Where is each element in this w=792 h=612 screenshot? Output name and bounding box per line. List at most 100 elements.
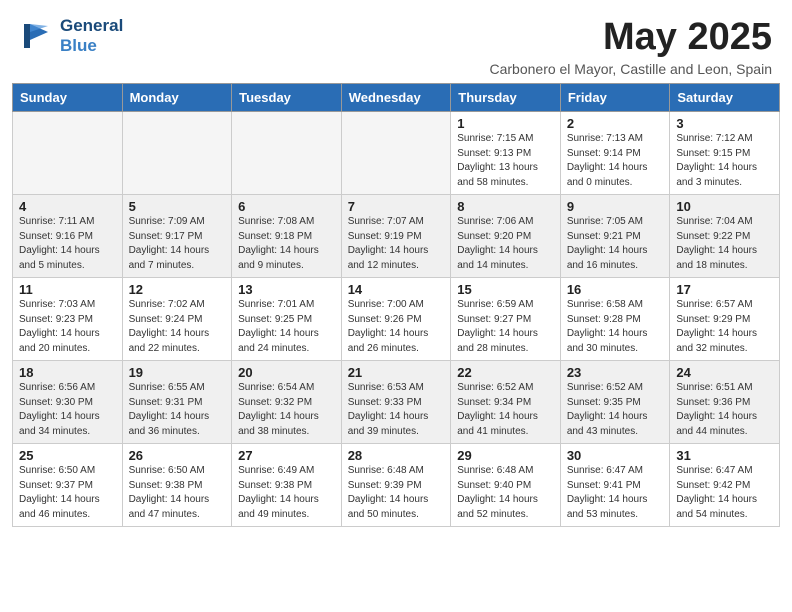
calendar-cell: 3Sunrise: 7:12 AM Sunset: 9:15 PM Daylig… (670, 112, 780, 195)
calendar-cell: 2Sunrise: 7:13 AM Sunset: 9:14 PM Daylig… (560, 112, 670, 195)
day-number: 17 (676, 282, 773, 297)
cell-info: Sunrise: 7:08 AM Sunset: 9:18 PM Dayligh… (238, 215, 335, 273)
cell-info: Sunrise: 7:04 AM Sunset: 9:22 PM Dayligh… (676, 215, 773, 273)
cell-info: Sunrise: 6:53 AM Sunset: 9:33 PM Dayligh… (348, 381, 445, 439)
day-number: 2 (567, 116, 664, 131)
cell-info: Sunrise: 7:11 AM Sunset: 9:16 PM Dayligh… (19, 215, 116, 273)
header-tuesday: Tuesday (232, 84, 342, 112)
logo-general: General (60, 16, 123, 36)
day-number: 25 (19, 448, 116, 463)
day-number: 15 (457, 282, 554, 297)
calendar-cell: 25Sunrise: 6:50 AM Sunset: 9:37 PM Dayli… (13, 444, 123, 527)
day-number: 22 (457, 365, 554, 380)
day-number: 9 (567, 199, 664, 214)
calendar-cell: 14Sunrise: 7:00 AM Sunset: 9:26 PM Dayli… (341, 278, 451, 361)
cell-info: Sunrise: 7:00 AM Sunset: 9:26 PM Dayligh… (348, 298, 445, 356)
header-wednesday: Wednesday (341, 84, 451, 112)
calendar-week-5: 25Sunrise: 6:50 AM Sunset: 9:37 PM Dayli… (13, 444, 780, 527)
day-number: 23 (567, 365, 664, 380)
day-number: 8 (457, 199, 554, 214)
calendar-cell: 21Sunrise: 6:53 AM Sunset: 9:33 PM Dayli… (341, 361, 451, 444)
day-number: 10 (676, 199, 773, 214)
cell-info: Sunrise: 6:48 AM Sunset: 9:40 PM Dayligh… (457, 464, 554, 522)
calendar-cell: 18Sunrise: 6:56 AM Sunset: 9:30 PM Dayli… (13, 361, 123, 444)
cell-info: Sunrise: 6:52 AM Sunset: 9:34 PM Dayligh… (457, 381, 554, 439)
cell-info: Sunrise: 6:54 AM Sunset: 9:32 PM Dayligh… (238, 381, 335, 439)
cell-info: Sunrise: 6:59 AM Sunset: 9:27 PM Dayligh… (457, 298, 554, 356)
subtitle: Carbonero el Mayor, Castille and Leon, S… (489, 61, 772, 77)
calendar-cell (341, 112, 451, 195)
calendar-cell (232, 112, 342, 195)
day-number: 19 (129, 365, 226, 380)
calendar-cell: 13Sunrise: 7:01 AM Sunset: 9:25 PM Dayli… (232, 278, 342, 361)
header-sunday: Sunday (13, 84, 123, 112)
calendar-cell: 23Sunrise: 6:52 AM Sunset: 9:35 PM Dayli… (560, 361, 670, 444)
logo-icon (20, 18, 56, 54)
day-number: 29 (457, 448, 554, 463)
header-thursday: Thursday (451, 84, 561, 112)
day-number: 5 (129, 199, 226, 214)
cell-info: Sunrise: 7:02 AM Sunset: 9:24 PM Dayligh… (129, 298, 226, 356)
logo: General Blue (20, 16, 123, 55)
cell-info: Sunrise: 6:52 AM Sunset: 9:35 PM Dayligh… (567, 381, 664, 439)
day-number: 27 (238, 448, 335, 463)
calendar-cell: 6Sunrise: 7:08 AM Sunset: 9:18 PM Daylig… (232, 195, 342, 278)
calendar-cell: 30Sunrise: 6:47 AM Sunset: 9:41 PM Dayli… (560, 444, 670, 527)
day-number: 11 (19, 282, 116, 297)
day-number: 16 (567, 282, 664, 297)
cell-info: Sunrise: 6:48 AM Sunset: 9:39 PM Dayligh… (348, 464, 445, 522)
cell-info: Sunrise: 6:55 AM Sunset: 9:31 PM Dayligh… (129, 381, 226, 439)
cell-info: Sunrise: 7:01 AM Sunset: 9:25 PM Dayligh… (238, 298, 335, 356)
day-number: 13 (238, 282, 335, 297)
calendar-cell (13, 112, 123, 195)
day-number: 31 (676, 448, 773, 463)
cell-info: Sunrise: 6:58 AM Sunset: 9:28 PM Dayligh… (567, 298, 664, 356)
day-number: 26 (129, 448, 226, 463)
calendar-cell: 9Sunrise: 7:05 AM Sunset: 9:21 PM Daylig… (560, 195, 670, 278)
calendar-cell (122, 112, 232, 195)
page-wrapper: General Blue May 2025 Carbonero el Mayor… (0, 0, 792, 612)
day-number: 1 (457, 116, 554, 131)
cell-info: Sunrise: 7:09 AM Sunset: 9:17 PM Dayligh… (129, 215, 226, 273)
calendar-cell: 8Sunrise: 7:06 AM Sunset: 9:20 PM Daylig… (451, 195, 561, 278)
cell-info: Sunrise: 6:47 AM Sunset: 9:42 PM Dayligh… (676, 464, 773, 522)
calendar-cell: 24Sunrise: 6:51 AM Sunset: 9:36 PM Dayli… (670, 361, 780, 444)
calendar-cell: 27Sunrise: 6:49 AM Sunset: 9:38 PM Dayli… (232, 444, 342, 527)
cell-info: Sunrise: 6:51 AM Sunset: 9:36 PM Dayligh… (676, 381, 773, 439)
header-saturday: Saturday (670, 84, 780, 112)
calendar-cell: 31Sunrise: 6:47 AM Sunset: 9:42 PM Dayli… (670, 444, 780, 527)
day-number: 12 (129, 282, 226, 297)
calendar-cell: 5Sunrise: 7:09 AM Sunset: 9:17 PM Daylig… (122, 195, 232, 278)
calendar-cell: 15Sunrise: 6:59 AM Sunset: 9:27 PM Dayli… (451, 278, 561, 361)
day-number: 6 (238, 199, 335, 214)
calendar-week-4: 18Sunrise: 6:56 AM Sunset: 9:30 PM Dayli… (13, 361, 780, 444)
cell-info: Sunrise: 6:50 AM Sunset: 9:38 PM Dayligh… (129, 464, 226, 522)
day-number: 20 (238, 365, 335, 380)
header: General Blue May 2025 Carbonero el Mayor… (0, 0, 792, 83)
calendar-week-3: 11Sunrise: 7:03 AM Sunset: 9:23 PM Dayli… (13, 278, 780, 361)
cell-info: Sunrise: 6:57 AM Sunset: 9:29 PM Dayligh… (676, 298, 773, 356)
calendar-cell: 28Sunrise: 6:48 AM Sunset: 9:39 PM Dayli… (341, 444, 451, 527)
calendar-cell: 11Sunrise: 7:03 AM Sunset: 9:23 PM Dayli… (13, 278, 123, 361)
header-monday: Monday (122, 84, 232, 112)
cell-info: Sunrise: 7:05 AM Sunset: 9:21 PM Dayligh… (567, 215, 664, 273)
calendar-cell: 1Sunrise: 7:15 AM Sunset: 9:13 PM Daylig… (451, 112, 561, 195)
calendar-week-1: 1Sunrise: 7:15 AM Sunset: 9:13 PM Daylig… (13, 112, 780, 195)
calendar-cell: 16Sunrise: 6:58 AM Sunset: 9:28 PM Dayli… (560, 278, 670, 361)
calendar-cell: 12Sunrise: 7:02 AM Sunset: 9:24 PM Dayli… (122, 278, 232, 361)
calendar-cell: 17Sunrise: 6:57 AM Sunset: 9:29 PM Dayli… (670, 278, 780, 361)
logo-blue: Blue (60, 36, 123, 56)
title-section: May 2025 Carbonero el Mayor, Castille an… (489, 16, 772, 77)
calendar-week-2: 4Sunrise: 7:11 AM Sunset: 9:16 PM Daylig… (13, 195, 780, 278)
cell-info: Sunrise: 7:03 AM Sunset: 9:23 PM Dayligh… (19, 298, 116, 356)
day-number: 14 (348, 282, 445, 297)
cell-info: Sunrise: 7:13 AM Sunset: 9:14 PM Dayligh… (567, 132, 664, 190)
day-number: 28 (348, 448, 445, 463)
day-number: 21 (348, 365, 445, 380)
calendar-header-row: Sunday Monday Tuesday Wednesday Thursday… (13, 84, 780, 112)
calendar-cell: 10Sunrise: 7:04 AM Sunset: 9:22 PM Dayli… (670, 195, 780, 278)
day-number: 7 (348, 199, 445, 214)
month-title: May 2025 (489, 16, 772, 59)
day-number: 18 (19, 365, 116, 380)
calendar-cell: 4Sunrise: 7:11 AM Sunset: 9:16 PM Daylig… (13, 195, 123, 278)
